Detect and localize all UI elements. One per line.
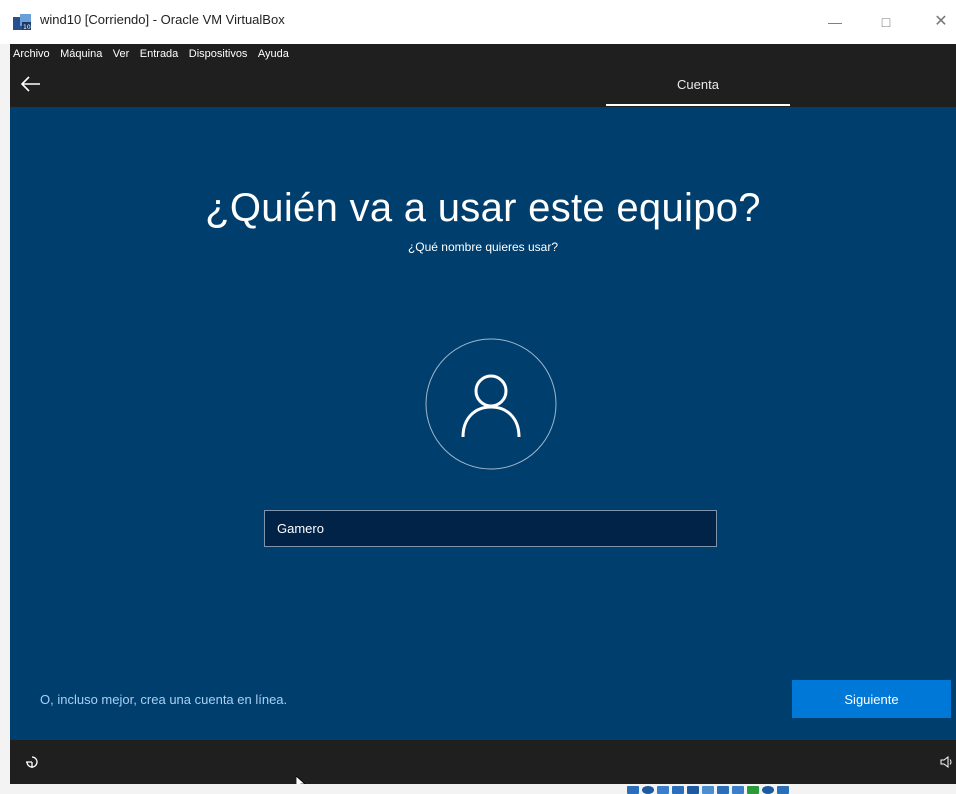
name-input[interactable] xyxy=(264,510,717,547)
menu-bar: Archivo Máquina Ver Entrada Dispositivos… xyxy=(10,44,956,62)
menu-ver[interactable]: Ver xyxy=(110,45,133,63)
page-title: ¿Quién va a usar este equipo? xyxy=(205,186,761,230)
menu-dispositivos[interactable]: Dispositivos xyxy=(186,45,251,63)
page-subtitle: ¿Qué nombre quieres usar? xyxy=(407,240,559,254)
tab-cuenta[interactable]: Cuenta xyxy=(606,62,790,107)
online-account-link[interactable]: O, incluso mejor, crea una cuenta en lín… xyxy=(40,692,287,707)
menu-maquina[interactable]: Máquina xyxy=(57,45,105,63)
minimize-icon[interactable]: — xyxy=(820,10,850,34)
back-arrow-icon[interactable] xyxy=(20,73,42,95)
keyboard-icon[interactable] xyxy=(777,786,789,794)
vm-screen: Cuenta ¿Quién va a usar este equipo? ¿Qu… xyxy=(10,62,956,784)
hard-disk-icon[interactable] xyxy=(627,786,639,794)
recording-icon[interactable] xyxy=(732,786,744,794)
svg-text:10: 10 xyxy=(23,24,31,31)
optical-drive-icon[interactable] xyxy=(642,786,654,794)
vm-status-bar xyxy=(10,784,956,794)
next-button[interactable]: Siguiente xyxy=(792,680,951,718)
oobe-header: Cuenta xyxy=(10,62,956,107)
close-icon[interactable]: ✕ xyxy=(926,10,956,34)
user-icon xyxy=(425,338,557,470)
shared-folders-icon[interactable] xyxy=(702,786,714,794)
mouse-integration-icon[interactable] xyxy=(762,786,774,794)
window-titlebar: 10 wind10 [Corriendo] - Oracle VM Virtua… xyxy=(0,0,956,44)
menu-ayuda[interactable]: Ayuda xyxy=(255,45,292,63)
window-title: wind10 [Corriendo] - Oracle VM VirtualBo… xyxy=(40,12,285,27)
accessibility-icon[interactable] xyxy=(24,754,40,770)
audio-icon[interactable] xyxy=(657,786,669,794)
volume-icon[interactable] xyxy=(940,755,954,769)
network-icon[interactable] xyxy=(672,786,684,794)
virtualbox-icon: 10 xyxy=(12,13,32,31)
tab-active-indicator xyxy=(606,104,790,106)
usb-icon[interactable] xyxy=(687,786,699,794)
menu-entrada[interactable]: Entrada xyxy=(137,45,182,63)
menu-archivo[interactable]: Archivo xyxy=(10,45,53,63)
cpu-icon[interactable] xyxy=(747,786,759,794)
maximize-icon[interactable]: □ xyxy=(871,10,901,34)
oobe-footer xyxy=(10,740,956,784)
display-icon[interactable] xyxy=(717,786,729,794)
